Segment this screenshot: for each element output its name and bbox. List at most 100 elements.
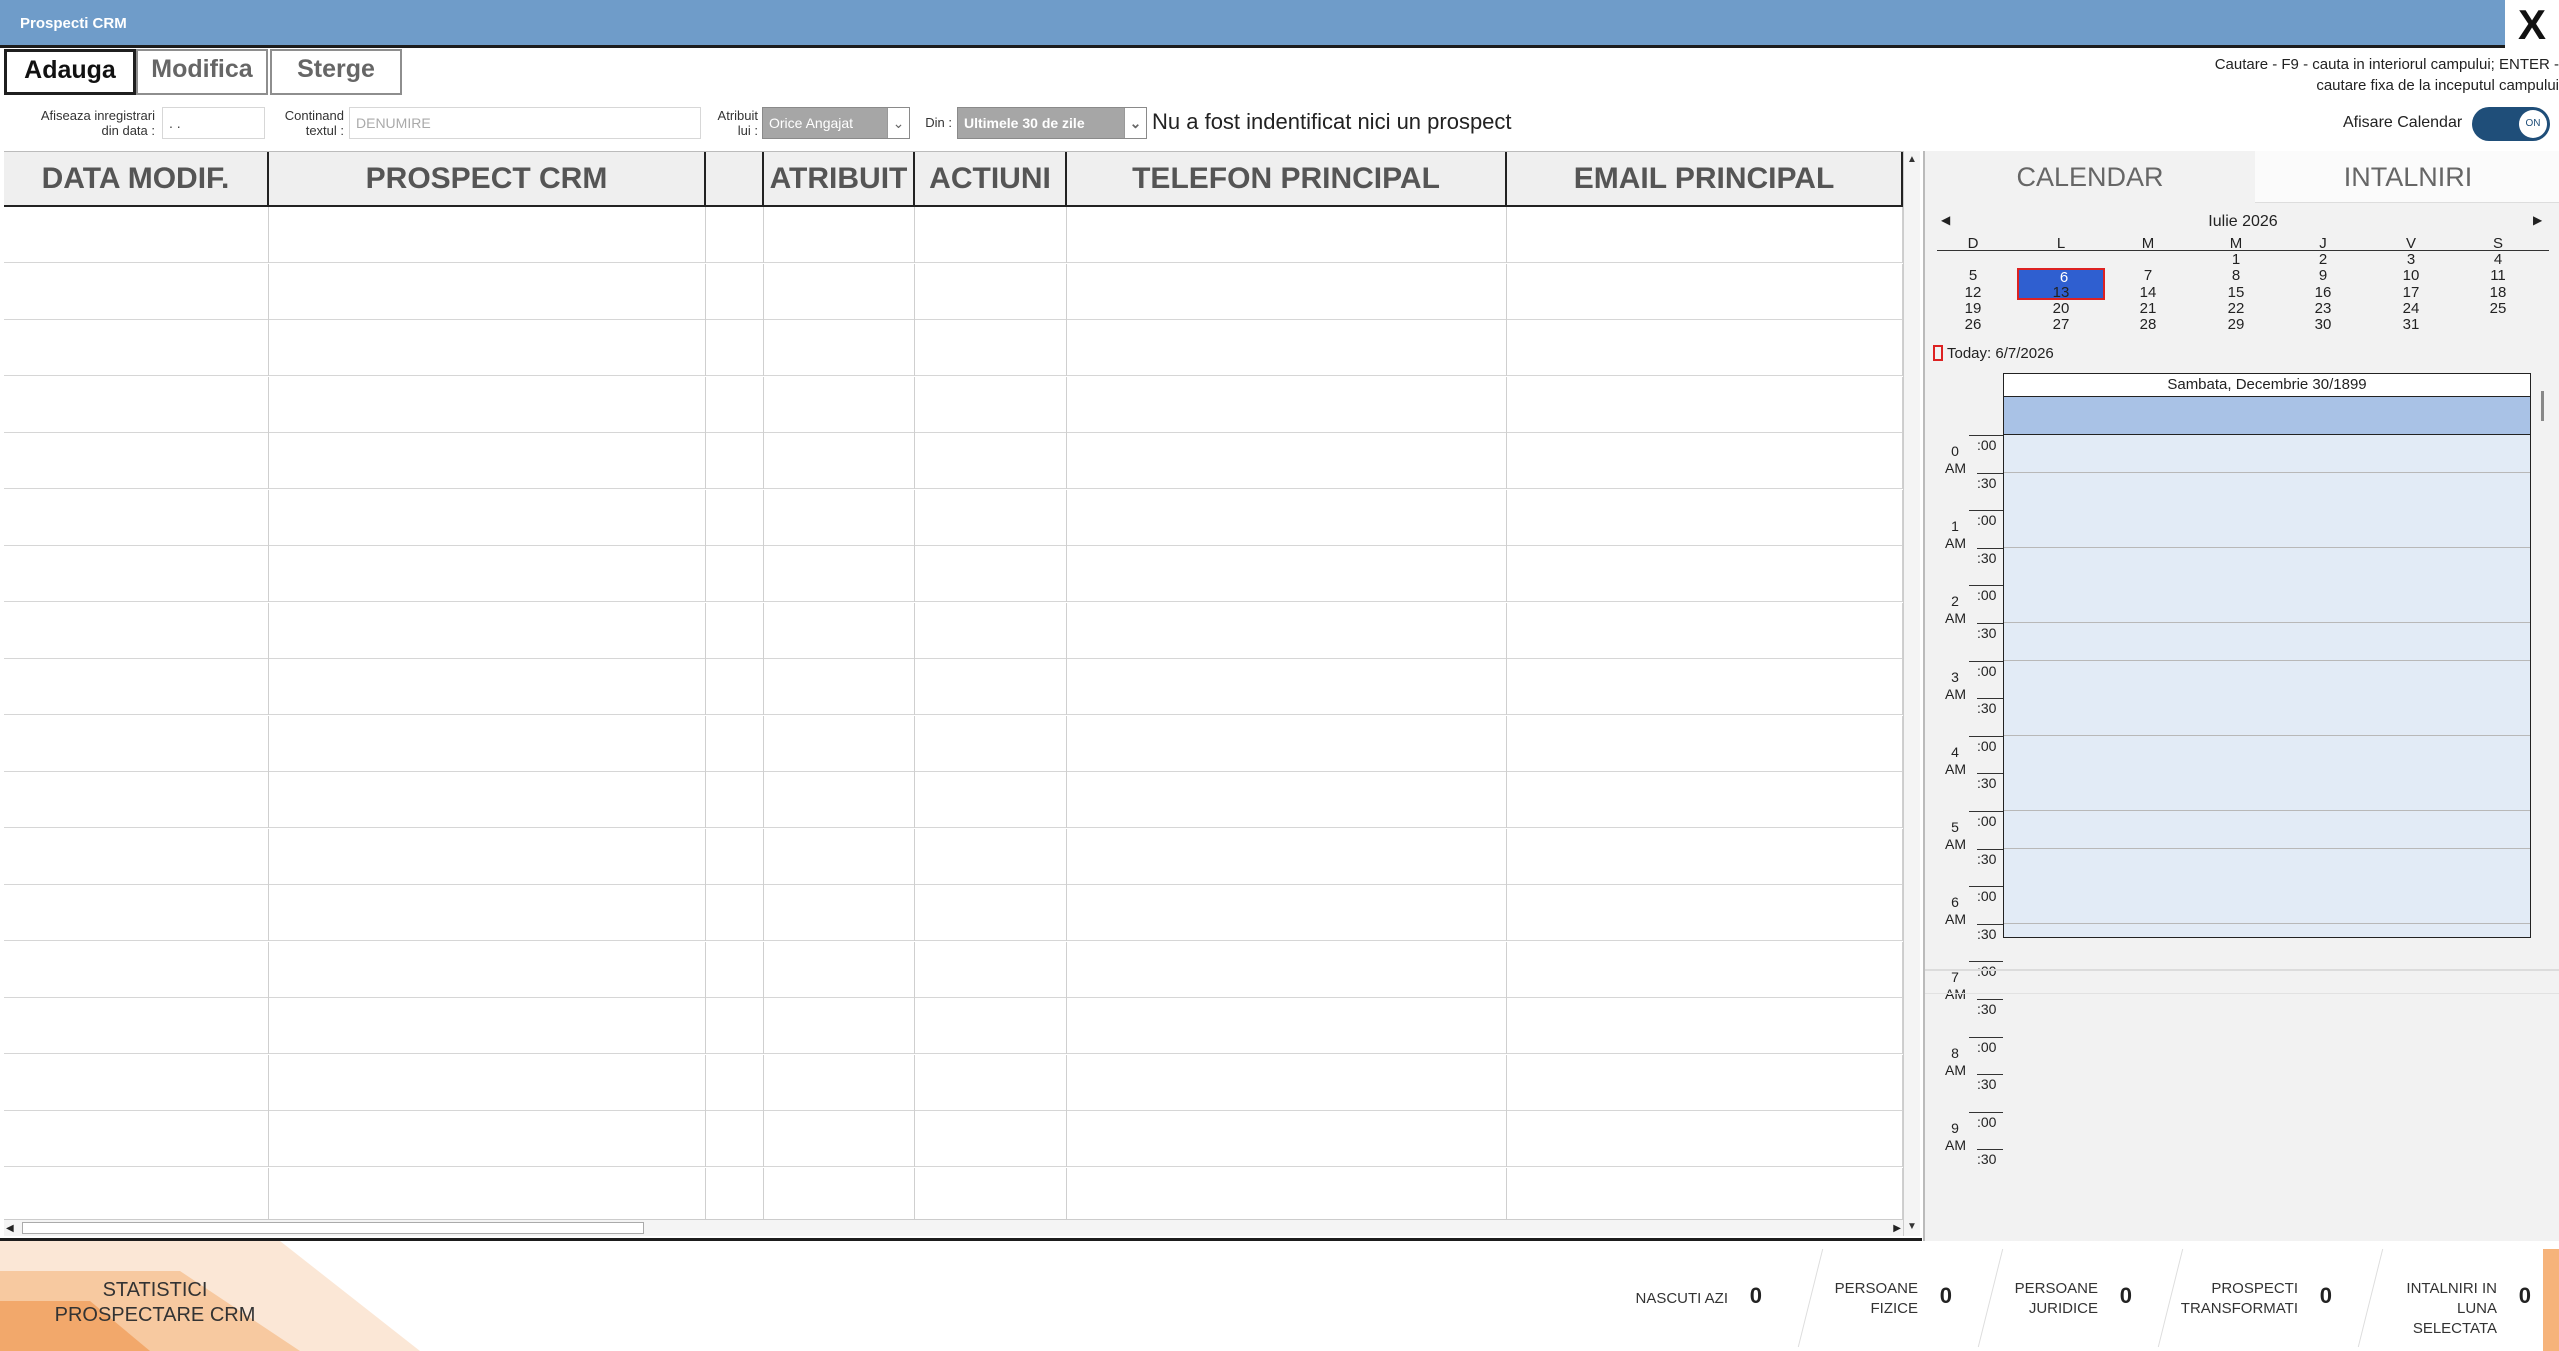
table-cell[interactable]: [706, 207, 764, 263]
table-cell[interactable]: [1507, 659, 1903, 715]
table-cell[interactable]: [4, 489, 269, 546]
table-cell[interactable]: [706, 715, 764, 772]
table-row[interactable]: [4, 998, 1903, 1054]
table-cell[interactable]: [764, 546, 915, 602]
table-cell[interactable]: [1067, 489, 1507, 546]
table-cell[interactable]: [915, 998, 1067, 1054]
calendar-day[interactable]: 31: [2391, 317, 2431, 333]
table-row[interactable]: [4, 489, 1903, 546]
table-cell[interactable]: [1507, 1054, 1903, 1111]
schedule-scrollbar[interactable]: [2541, 391, 2544, 421]
table-cell[interactable]: [4, 998, 269, 1054]
assigned-filter-select[interactable]: Orice Angajat ⌄: [762, 107, 910, 139]
table-cell[interactable]: [706, 659, 764, 715]
tab-meetings[interactable]: INTALNIRI: [2255, 151, 2559, 203]
table-row[interactable]: [4, 1111, 1903, 1167]
calendar-day[interactable]: 1: [2216, 252, 2256, 268]
calendar-day[interactable]: 28: [2128, 317, 2168, 333]
table-cell[interactable]: [915, 207, 1067, 263]
table-cell[interactable]: [764, 1054, 915, 1111]
table-row[interactable]: [4, 1054, 1903, 1111]
table-cell[interactable]: [269, 1167, 706, 1219]
table-cell[interactable]: [706, 1111, 764, 1167]
table-cell[interactable]: [1507, 376, 1903, 433]
table-cell[interactable]: [269, 320, 706, 376]
table-cell[interactable]: [4, 1167, 269, 1219]
time-slot[interactable]: [2004, 735, 2530, 774]
grid-horizontal-scrollbar[interactable]: ◀ ▶: [4, 1219, 1903, 1236]
table-cell[interactable]: [1507, 1111, 1903, 1167]
time-slot[interactable]: [2004, 510, 2530, 549]
table-cell[interactable]: [1067, 941, 1507, 998]
table-cell[interactable]: [1067, 320, 1507, 376]
table-cell[interactable]: [706, 376, 764, 433]
table-cell[interactable]: [269, 715, 706, 772]
table-cell[interactable]: [915, 376, 1067, 433]
column-header[interactable]: DATA MODIF.: [4, 152, 269, 206]
time-slot[interactable]: [2004, 585, 2530, 624]
table-row[interactable]: [4, 772, 1903, 828]
table-cell[interactable]: [915, 828, 1067, 885]
table-cell[interactable]: [269, 998, 706, 1054]
table-cell[interactable]: [269, 546, 706, 602]
time-slot[interactable]: [2004, 698, 2530, 737]
schedule-all-day-band[interactable]: [2003, 397, 2531, 435]
table-cell[interactable]: [1507, 941, 1903, 998]
table-cell[interactable]: [4, 320, 269, 376]
column-header[interactable]: PROSPECT CRM: [269, 152, 706, 206]
table-cell[interactable]: [915, 433, 1067, 489]
table-cell[interactable]: [269, 885, 706, 941]
table-cell[interactable]: [1507, 320, 1903, 376]
column-header[interactable]: TELEFON PRINCIPAL: [1067, 152, 1507, 206]
table-row[interactable]: [4, 320, 1903, 376]
tab-calendar[interactable]: CALENDAR: [1925, 151, 2255, 203]
table-cell[interactable]: [764, 602, 915, 659]
table-cell[interactable]: [4, 885, 269, 941]
edit-button[interactable]: Modifica: [136, 49, 268, 95]
table-cell[interactable]: [1067, 1167, 1507, 1219]
column-header[interactable]: ACTIUNI: [915, 152, 1067, 206]
table-cell[interactable]: [1067, 885, 1507, 941]
table-cell[interactable]: [764, 715, 915, 772]
table-cell[interactable]: [1507, 998, 1903, 1054]
table-cell[interactable]: [1507, 828, 1903, 885]
calendar-day[interactable]: 19: [1953, 300, 1993, 317]
table-cell[interactable]: [764, 489, 915, 546]
table-cell[interactable]: [4, 1054, 269, 1111]
table-row[interactable]: [4, 885, 1903, 941]
calendar-day[interactable]: 24: [2391, 300, 2431, 317]
calendar-day[interactable]: 10: [2391, 268, 2431, 284]
table-row[interactable]: [4, 433, 1903, 489]
calendar-day[interactable]: 18: [2478, 284, 2518, 301]
table-row[interactable]: [4, 715, 1903, 772]
time-slot[interactable]: [2004, 435, 2530, 473]
calendar-toggle[interactable]: ON: [2472, 107, 2550, 141]
table-cell[interactable]: [4, 828, 269, 885]
table-cell[interactable]: [1507, 489, 1903, 546]
table-cell[interactable]: [764, 828, 915, 885]
table-cell[interactable]: [4, 715, 269, 772]
table-cell[interactable]: [1067, 715, 1507, 772]
table-cell[interactable]: [764, 772, 915, 828]
table-cell[interactable]: [269, 1054, 706, 1111]
table-row[interactable]: [4, 376, 1903, 433]
table-cell[interactable]: [706, 433, 764, 489]
date-filter-input[interactable]: . .: [162, 107, 265, 139]
column-header[interactable]: ATRIBUIT: [764, 152, 915, 206]
table-cell[interactable]: [1067, 1111, 1507, 1167]
calendar-day[interactable]: 5: [1953, 268, 1993, 284]
table-row[interactable]: [4, 941, 1903, 998]
table-cell[interactable]: [4, 772, 269, 828]
table-cell[interactable]: [706, 320, 764, 376]
column-header[interactable]: [706, 152, 764, 206]
table-cell[interactable]: [269, 489, 706, 546]
calendar-day[interactable]: 15: [2216, 284, 2256, 301]
chevron-down-icon[interactable]: ⌄: [1124, 108, 1146, 138]
table-cell[interactable]: [764, 941, 915, 998]
table-cell[interactable]: [764, 998, 915, 1054]
time-slot[interactable]: [2004, 923, 2530, 937]
calendar-day[interactable]: 23: [2303, 300, 2343, 317]
table-cell[interactable]: [1507, 715, 1903, 772]
calendar-day[interactable]: 4: [2478, 252, 2518, 268]
table-cell[interactable]: [764, 885, 915, 941]
